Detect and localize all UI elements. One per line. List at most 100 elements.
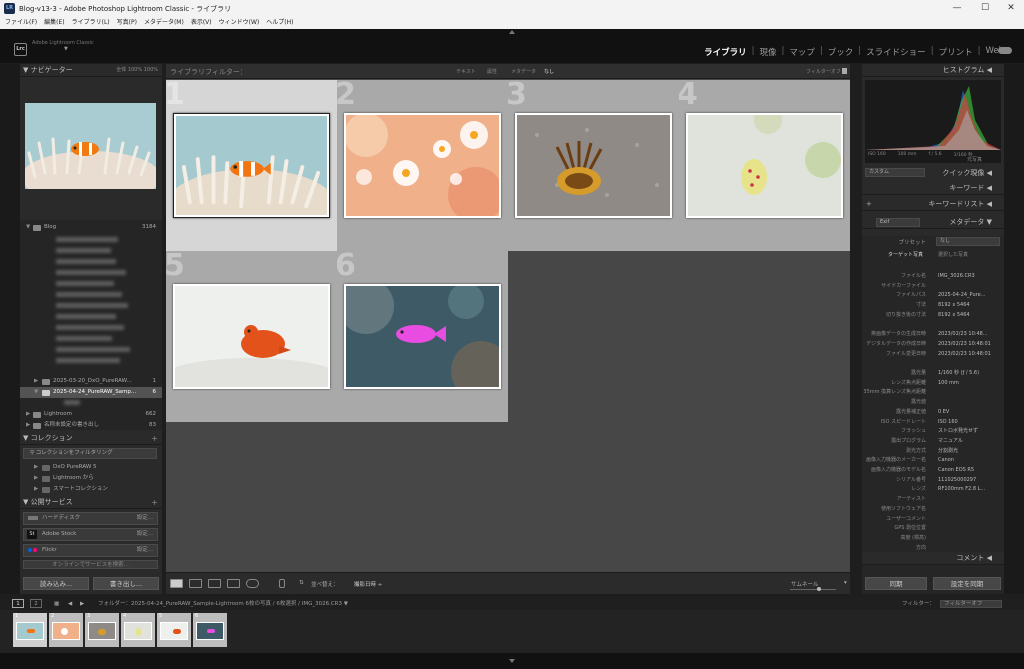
add-collection-icon[interactable]: + [151,432,158,445]
survey-view-icon[interactable] [227,579,240,588]
publish-setting[interactable]: 設定... [137,513,153,524]
forward-arrow-icon[interactable]: ▶ [80,598,84,610]
module-book[interactable]: ブック [828,46,854,58]
add-keyword-icon[interactable]: + [866,198,872,211]
filter-tab-attribute[interactable]: 属性 [487,68,497,75]
filmstrip-thumb[interactable]: 5 [157,613,191,647]
identity-arrow-icon[interactable]: ▼ [64,46,94,52]
sync-metadata-button[interactable]: 同期 [865,577,927,590]
back-arrow-icon[interactable]: ◀ [68,598,72,610]
metadata-value[interactable]: マニュアル [938,437,963,447]
navigator-preview[interactable] [25,103,156,189]
zoom-fit[interactable]: 全体 [116,67,126,73]
folder-row[interactable]: ▶ 2025-03-20_DxO_PureRAW... 1 [20,376,162,387]
grid-cell[interactable]: 6 [337,251,508,422]
people-view-icon[interactable] [246,579,259,588]
histogram-header[interactable]: ヒストグラム ◀ [862,64,1004,77]
collapse-top-arrow-icon[interactable] [509,30,515,34]
lock-icon[interactable] [842,68,847,74]
folder-row-blog[interactable]: ▼ Blog 3184 [20,222,162,233]
metadata-value[interactable]: Canon [938,456,954,466]
maximize-button[interactable]: ☐ [974,2,996,15]
publish-services-header[interactable]: ▼ 公開サービス + [20,496,162,509]
collection-row[interactable]: ▶ スマートコレクション [20,484,162,495]
filter-off-dropdown[interactable]: フィルターオフ ÷ [806,68,847,75]
collection-row[interactable]: ▶ Lightroom から [20,473,162,484]
filmstrip-thumb[interactable]: 2 [49,613,83,647]
filter-tab-text[interactable]: テキスト [456,68,476,75]
metadata-value[interactable]: Canon EOS R5 [938,466,974,476]
folder-row[interactable]: ▶ 名称未設定の書き出し 83 [20,420,162,431]
menu-edit[interactable]: 編集(E) [44,17,64,29]
module-print[interactable]: プリント [939,46,973,58]
secondary-window-button[interactable]: 2 [30,599,42,608]
grid-cell[interactable]: 3 [508,80,679,251]
comments-header[interactable]: コメント ◀ [862,552,1004,565]
metadata-value[interactable]: 2023/02/23 10:48... [938,330,988,340]
metadata-value[interactable]: 8192 x 5464 [938,301,970,311]
minimize-button[interactable]: — [946,2,968,15]
filmstrip-filter-dropdown[interactable]: フィルターオフ [940,600,1002,608]
zoom-1[interactable]: 100% [128,67,142,73]
add-publish-service-icon[interactable]: + [151,496,158,509]
keyword-list-header[interactable]: + キーワードリスト ◀ [862,198,1004,211]
metadata-value[interactable]: 1/160 秒 (ƒ / 5.6) [938,369,979,379]
metadata-value[interactable]: RF100mm F2.8 L... [938,485,985,495]
primary-window-button[interactable]: 1 [12,599,24,608]
grid-view-icon[interactable] [170,579,183,588]
thumbnail-size-slider[interactable] [790,589,836,590]
folder-row[interactable]: ▶ Lightroom 662 [20,409,162,420]
menu-metadata[interactable]: メタデータ(M) [144,17,184,29]
sync-settings-button[interactable]: 設定を同期 [933,577,1001,590]
metadata-value[interactable]: IMG_3026.CR3 [938,272,975,282]
metadata-value[interactable]: 111025000297 [938,476,976,486]
original-photo-checkbox[interactable]: 元写真 [967,156,982,163]
menu-help[interactable]: ヘルプ(H) [266,17,293,29]
menu-window[interactable]: ウィンドウ(W) [219,17,260,29]
publish-service-adobe-stock[interactable]: St Adobe Stock 設定... [23,528,158,541]
menu-photo[interactable]: 写真(P) [117,17,137,29]
quick-develop-preset[interactable]: カスタム [865,168,925,177]
grid-cell[interactable]: 5 [166,251,337,422]
metadata-value[interactable]: 分割測光 [938,447,958,457]
grid-cell[interactable]: 2 [337,80,508,251]
collection-row[interactable]: ▶ DxO PureRAW 5 [20,462,162,473]
zoom-2[interactable]: 100% [144,67,158,73]
publish-service-harddisk[interactable]: ハードディスク 設定... [23,512,158,525]
filmstrip-thumb[interactable]: 1 [13,613,47,647]
navigator-header[interactable]: ▼ ナビゲーター 全体 100% 100% [20,64,162,77]
publish-setting[interactable]: 設定... [137,529,153,540]
sort-direction-icon[interactable]: ⇅ [299,580,304,586]
metadata-header[interactable]: Exif メタデータ ▼ [862,216,1004,229]
grid-cell[interactable]: 1 [166,80,337,251]
metadata-value[interactable]: 2023/02/23 10:48:01 [938,350,991,360]
close-button[interactable]: ✕ [1000,2,1022,15]
filmstrip-thumb[interactable]: 3 [85,613,119,647]
folder-row-selected[interactable]: ▼ 2025-04-24_PureRAW_Samp... 6 [20,387,162,398]
filmstrip-source-path[interactable]: フォルダー：2025-04-24_PureRAW_Sample-Lightroo… [98,598,348,610]
grid-icon[interactable]: ▦ [54,598,59,610]
publish-setting[interactable]: 設定... [137,545,153,556]
filter-tab-none[interactable]: なし [544,68,554,75]
find-more-services-button[interactable]: オンラインでサービスを検索... [23,560,158,569]
module-map[interactable]: マップ [789,46,815,58]
metadata-value[interactable]: 8192 x 5464 [938,311,970,321]
metadata-preset-dropdown[interactable]: なし [936,237,1000,246]
collections-header[interactable]: ▼ コレクション + [20,432,162,445]
loupe-view-icon[interactable] [189,579,202,588]
metadata-value[interactable]: 2025-04-24_Pure... [938,291,985,301]
collection-filter-input[interactable]: ⚲ コレクションをフィルタリング [23,448,157,459]
metadata-value[interactable]: 0 EV [938,408,949,418]
menu-library[interactable]: ライブラリ(L) [72,17,110,29]
filmstrip-thumb[interactable]: 4 [121,613,155,647]
cloud-sync-icon[interactable] [998,47,1012,54]
keywording-header[interactable]: キーワード ◀ [862,182,1004,195]
menu-file[interactable]: ファイル(F) [5,17,37,29]
grid-cell[interactable]: 4 [679,80,850,251]
filmstrip-thumb[interactable]: 6 [193,613,227,647]
compare-view-icon[interactable] [208,579,221,588]
menu-view[interactable]: 表示(V) [191,17,212,29]
spray-can-icon[interactable] [279,579,285,588]
metadata-value[interactable]: ISO 160 [938,418,958,428]
module-develop[interactable]: 現像 [760,46,777,58]
